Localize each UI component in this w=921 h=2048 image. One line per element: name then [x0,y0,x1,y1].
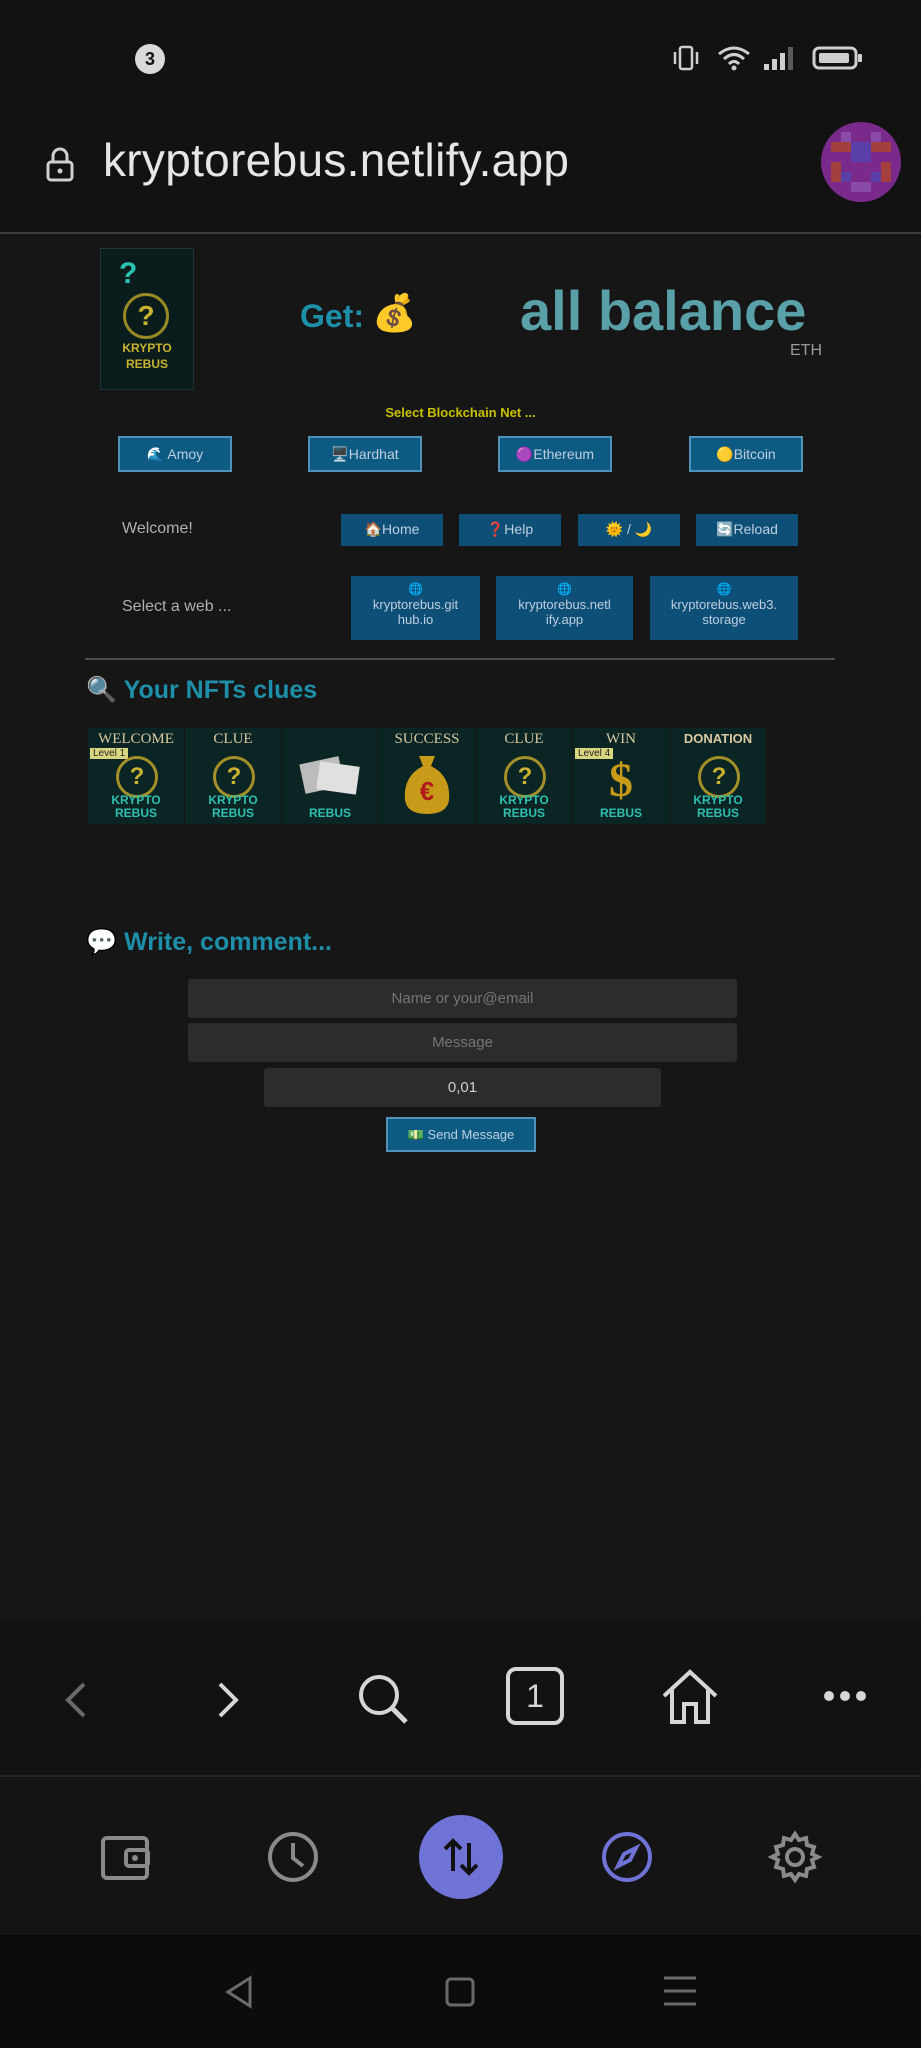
nft-brand: KRYPTO REBUS [499,793,549,820]
balance-label: all balance [520,279,807,342]
more-options-icon[interactable] [822,1688,868,1704]
tabs-counter-button[interactable]: 1 [506,1667,564,1725]
nfts-title: Your NFTs clues [123,676,318,704]
name-email-input[interactable] [188,979,737,1018]
account-avatar[interactable] [821,122,901,202]
forward-arrow-icon[interactable] [212,1678,244,1722]
comment-heading: 💬 Write, comment... [86,928,332,957]
chain-button-bitcoin[interactable]: 🟡Bitcoin [689,436,803,472]
lock-icon [46,147,74,182]
nft-caption: CLUE [504,731,544,747]
money-bag-icon: 💰 [372,292,417,333]
nft-caption: WIN [606,731,636,747]
web-link-line1: kryptorebus.git [372,597,459,612]
divider [85,658,835,660]
logo-text-line2: REBUS [125,357,168,371]
url-text[interactable]: kryptorebus.netlify.app [103,133,569,187]
coin-question-icon: ? [123,293,169,339]
notification-count-badge: 3 [135,44,165,74]
coin-question-icon: ? [213,756,255,798]
logo-text-line1: KRYPTO [122,341,172,355]
chain-select-title: Select Blockchain Net ... [385,405,536,420]
speech-bubble-icon: 💬 [86,928,118,956]
web-link-line2: storage [702,612,746,627]
nft-brand: REBUS [308,806,351,820]
search-icon[interactable] [356,1672,410,1726]
swap-button[interactable] [419,1815,503,1899]
chain-button-hardhat[interactable]: 🖥️Hardhat [308,436,422,472]
nft-brand: KRYPTO REBUS [111,793,161,820]
welcome-text: Welcome! [122,520,193,537]
select-web-label: Select a web ... [122,598,232,615]
battery-icon [812,46,862,70]
web-link-line1: kryptorebus.web3. [670,597,778,612]
nft-card-win[interactable]: WIN Level 4 $ REBUS [573,728,669,824]
nft-gallery: WELCOME Level 1 ? KRYPTO REBUS CLUE ? KRY… [88,728,767,824]
nft-brand: KRYPTO REBUS [208,793,258,820]
chain-button-amoy[interactable]: 🌊 Amoy [118,436,232,472]
web-link-line1: kryptorebus.netl [518,597,611,612]
kryptorebus-logo: ? ? KRYPTO REBUS [100,248,194,390]
signal-icon [764,47,793,70]
get-label: Get: [300,298,364,334]
chain-button-ethereum[interactable]: 🟣Ethereum [498,436,612,472]
help-button[interactable]: ❓Help [459,514,561,546]
web-link-line2: ify.app [545,612,584,627]
nft-brand: KRYPTO REBUS [693,793,743,820]
web-link-line2: hub.io [397,612,434,627]
globe-icon: 🌐 [408,582,423,596]
amount-input[interactable] [264,1068,661,1107]
question-icon: ? [119,257,138,290]
wallet-icon[interactable] [100,1832,152,1882]
nft-caption: SUCCESS [394,731,460,747]
currency-label: ETH [790,342,822,359]
system-recents-icon[interactable] [662,1974,698,2008]
web-link-netlify[interactable]: 🌐 kryptorebus.netl ify.app [496,576,633,640]
globe-icon: 🌐 [557,582,572,596]
web-link-github[interactable]: 🌐 kryptorebus.git hub.io [351,576,480,640]
coin-question-icon: ? [698,756,740,798]
nft-card-clue-2[interactable]: CLUE ? KRYPTO REBUS [476,728,572,824]
reload-button[interactable]: 🔄Reload [696,514,798,546]
globe-icon: 🌐 [716,582,732,596]
comment-title: Write, comment... [124,928,333,956]
nft-card-donation[interactable]: DONATION ? KRYPTO REBUS [670,728,766,824]
home-icon[interactable] [660,1668,720,1726]
coin-question-icon: ? [504,756,546,798]
magnifier-icon: 🔍 [86,676,118,704]
nft-card-clue[interactable]: CLUE ? KRYPTO REBUS [185,728,281,824]
coin-question-icon: ? [116,756,158,798]
swap-arrows-icon [443,1838,479,1876]
svg-text:€: € [420,776,434,806]
nft-card-welcome[interactable]: WELCOME Level 1 ? KRYPTO REBUS [88,728,184,824]
send-message-button[interactable]: 💵 Send Message [386,1117,536,1152]
euro-money-bag-icon: € [404,756,450,814]
wifi-icon [718,46,750,71]
message-input[interactable] [188,1023,737,1062]
identicon-icon [821,122,901,202]
home-button[interactable]: 🏠Home [341,514,443,546]
nft-brand: REBUS [599,806,642,820]
compass-icon[interactable] [600,1830,654,1884]
system-home-icon[interactable] [444,1976,476,2008]
nft-card-documents[interactable]: REBUS [282,728,378,824]
system-back-icon[interactable] [222,1974,256,2010]
web-link-web3-storage[interactable]: 🌐 kryptorebus.web3. storage [650,576,798,640]
settings-gear-icon[interactable] [768,1830,822,1884]
nft-card-success[interactable]: SUCCESS € [379,728,475,824]
documents-icon [299,756,360,795]
nft-caption: CLUE [213,731,253,747]
theme-toggle-button[interactable]: 🌞 / 🌙 [578,514,680,546]
history-clock-icon[interactable] [266,1830,320,1884]
nft-caption: DONATION [683,731,753,746]
browser-toolbar [0,1620,921,1777]
vibrate-icon [673,45,699,71]
nfts-heading: 🔍 Your NFTs clues [86,676,317,705]
nft-level-badge: Level 1 [90,748,129,759]
nft-caption: WELCOME [98,731,174,747]
back-arrow-icon[interactable] [60,1678,92,1722]
